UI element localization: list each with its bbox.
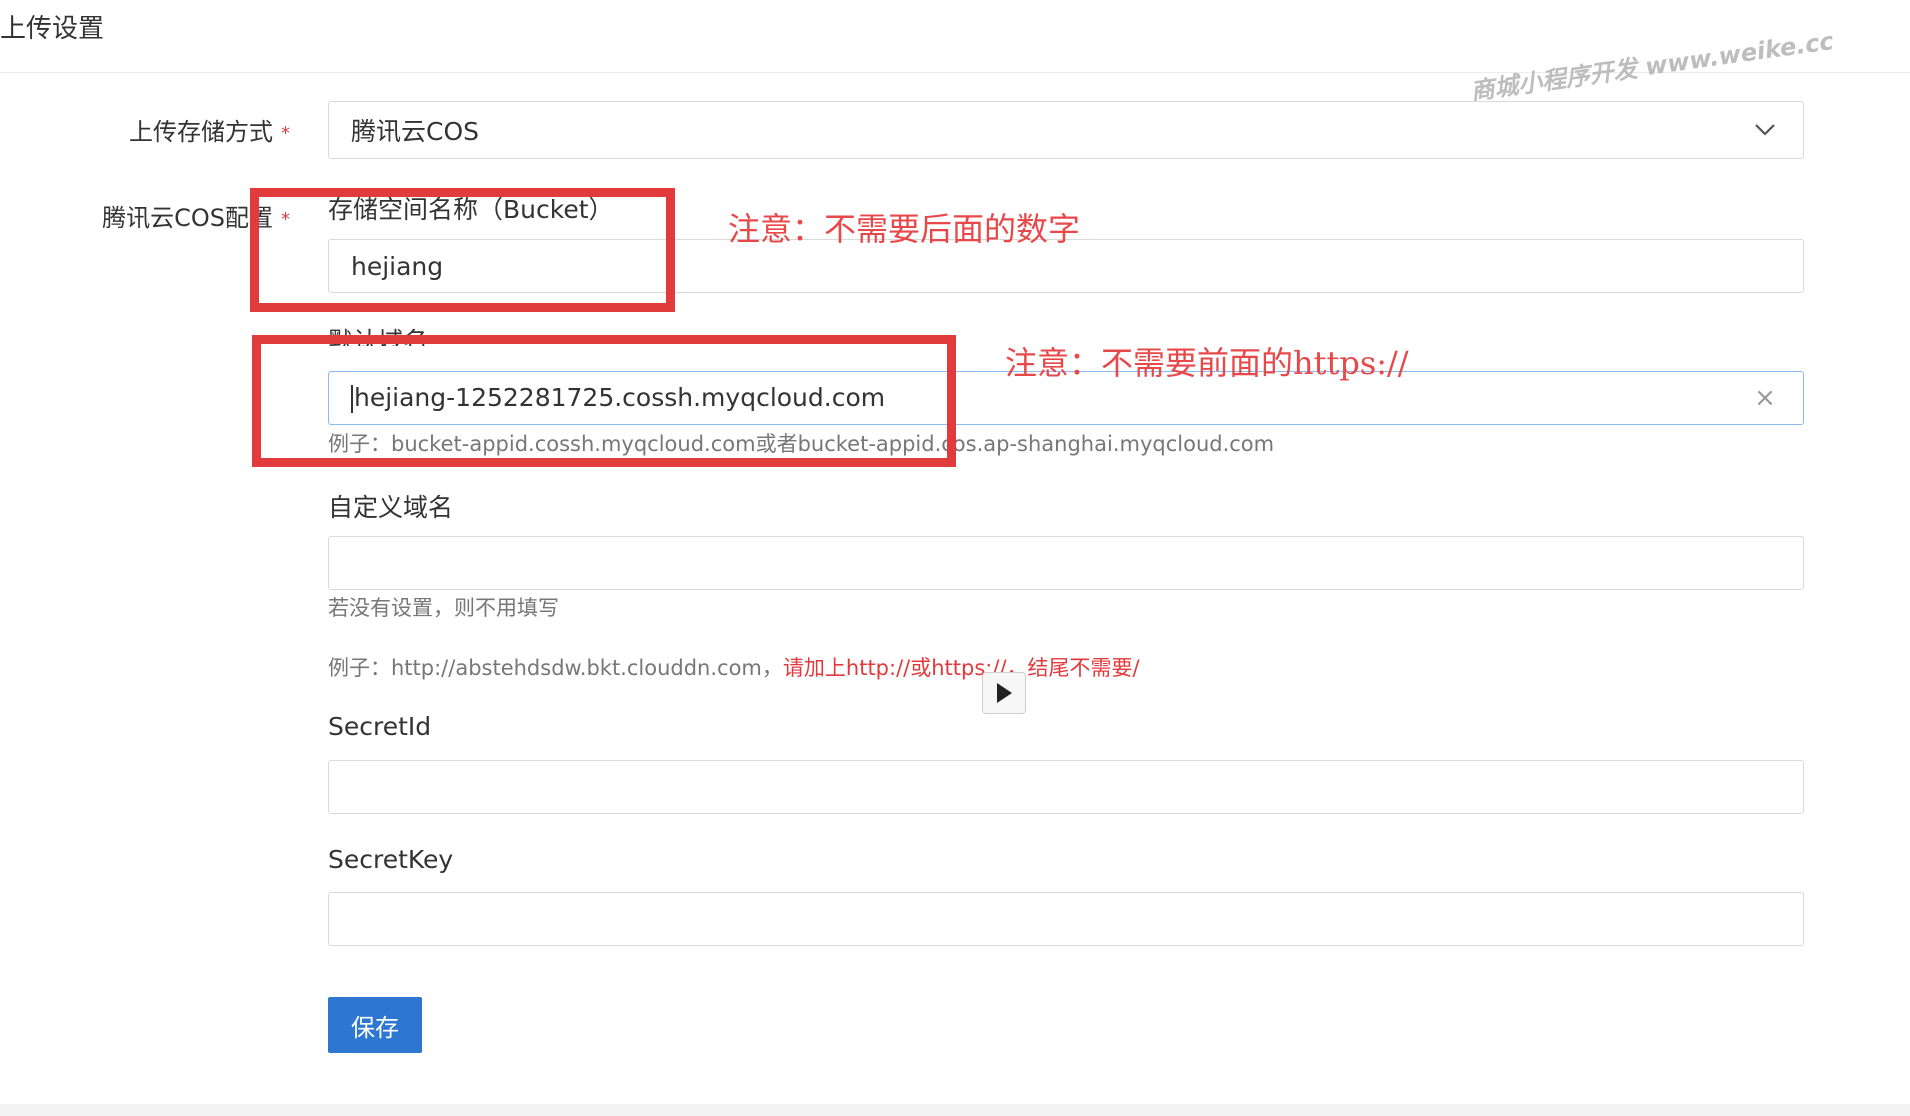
page-title: 上传设置 bbox=[0, 14, 105, 44]
annotation-note-domain: 注意：不需要前面的https:// bbox=[1005, 344, 1409, 382]
secret-id-input[interactable] bbox=[328, 760, 1804, 814]
watermark: 商城小程序开发 www.weike.cc bbox=[1468, 26, 1836, 106]
annotation-note-bucket: 注意：不需要后面的数字 bbox=[728, 210, 1081, 248]
storage-method-label: 上传存储方式 * bbox=[129, 118, 290, 146]
required-mark: * bbox=[281, 122, 290, 144]
annotation-box-bucket bbox=[250, 188, 675, 312]
annotation-box-domain bbox=[252, 335, 956, 467]
play-icon bbox=[997, 683, 1012, 703]
custom-domain-help: 若没有设置，则不用填写 bbox=[328, 596, 559, 620]
clear-icon[interactable]: × bbox=[1749, 383, 1781, 413]
secret-key-input[interactable] bbox=[328, 892, 1804, 946]
chevron-down-icon bbox=[1749, 114, 1781, 146]
custom-domain-label: 自定义域名 bbox=[328, 493, 454, 522]
save-button[interactable]: 保存 bbox=[328, 997, 422, 1053]
page-bottom-strip bbox=[0, 1104, 1910, 1116]
custom-domain-input[interactable] bbox=[328, 536, 1804, 590]
play-button[interactable] bbox=[982, 672, 1026, 714]
secret-key-label: SecretKey bbox=[328, 845, 454, 874]
custom-domain-warning: 请加上http://或https://，结尾不需要/ bbox=[782, 656, 1140, 680]
storage-method-value: 腾讯云COS bbox=[351, 117, 480, 146]
storage-method-select[interactable]: 腾讯云COS bbox=[328, 101, 1804, 159]
secret-id-label: SecretId bbox=[328, 712, 432, 741]
